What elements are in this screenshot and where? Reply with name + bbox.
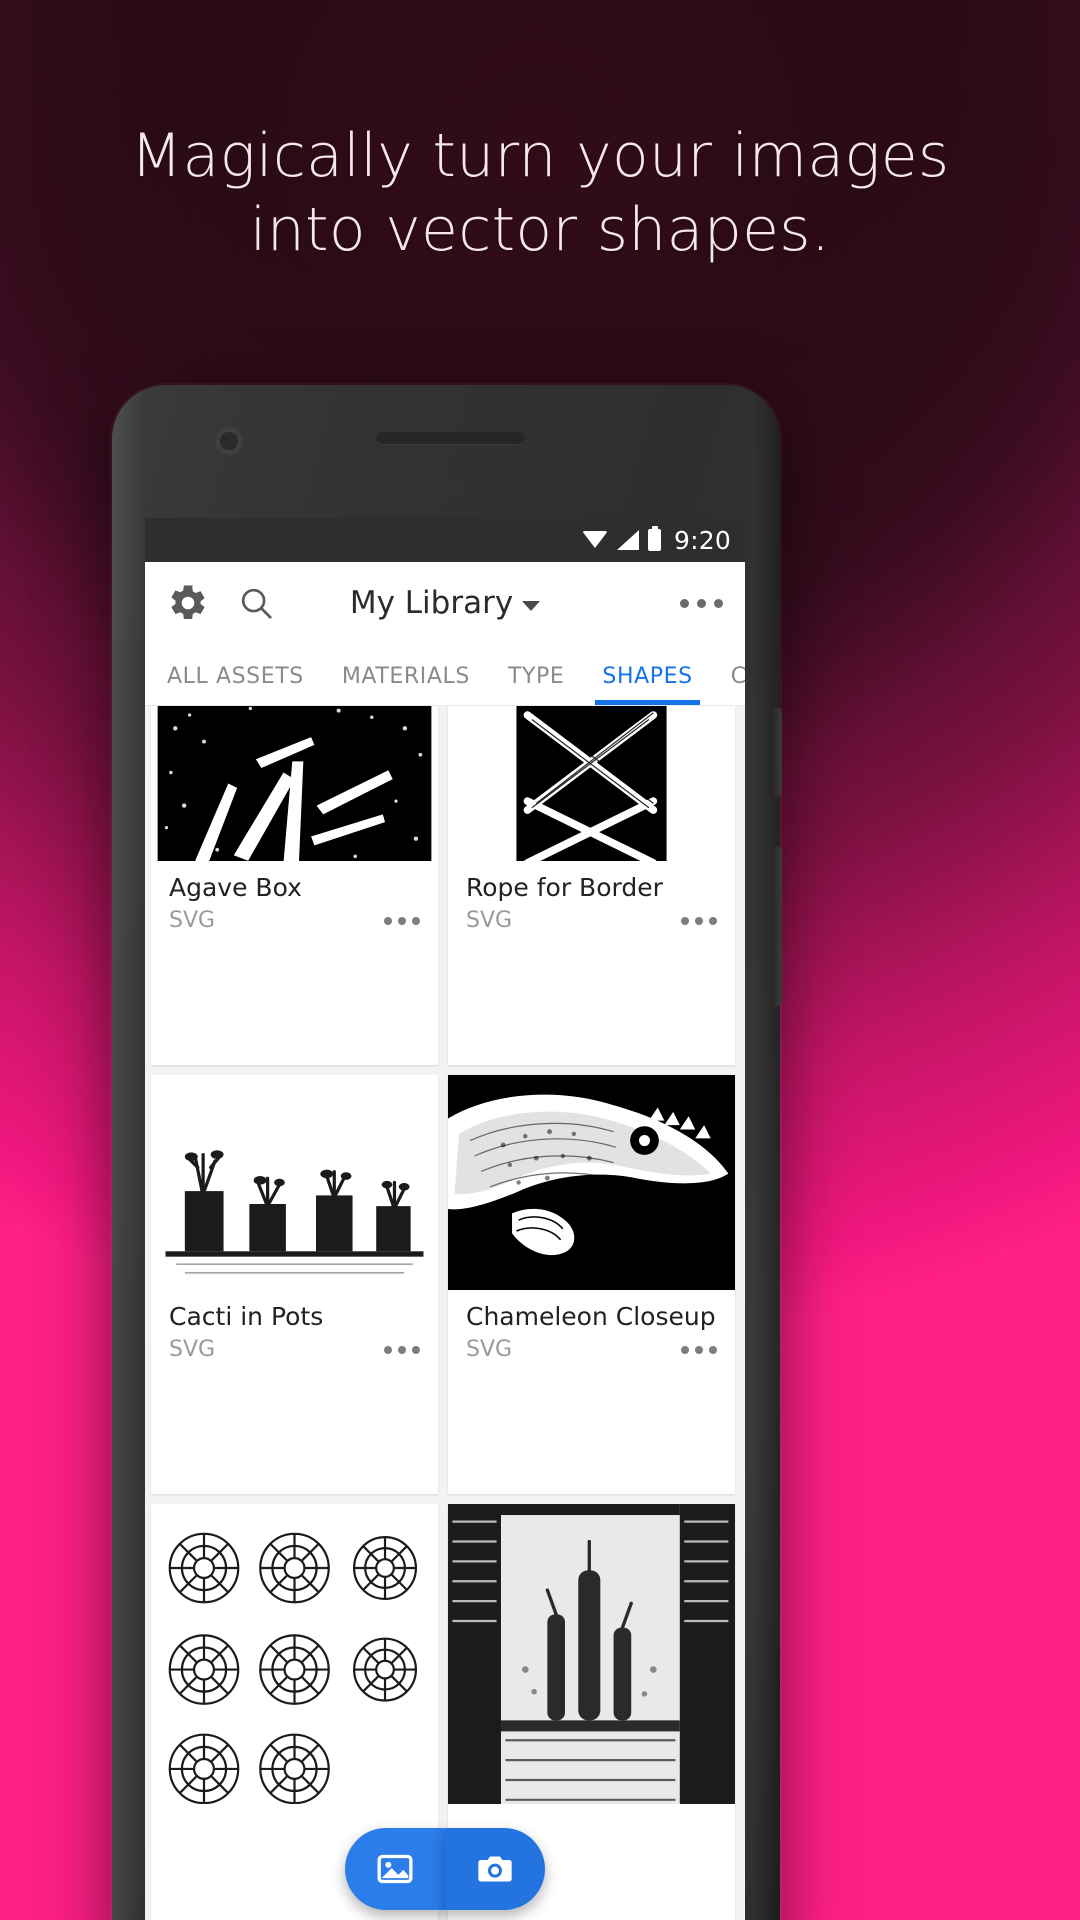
asset-thumbnail[interactable]	[448, 706, 735, 861]
list-item[interactable]: Cacti in Pots SVG	[151, 1075, 438, 1494]
headline-line-1: Magically turn your images	[130, 121, 950, 191]
phone-bezel-highlight	[112, 385, 146, 1920]
asset-thumbnail[interactable]	[448, 1504, 735, 1804]
more-dot	[398, 1345, 406, 1354]
asset-meta: Rope for Border SVG	[448, 861, 735, 949]
asset-title: Rope for Border	[466, 873, 663, 902]
more-dot	[697, 598, 706, 608]
phone-power-button[interactable]	[774, 708, 782, 796]
page-title: My Library	[349, 585, 514, 621]
more-dot	[680, 598, 689, 608]
phone-front-camera	[216, 428, 242, 454]
library-title-group[interactable]: My Library	[145, 585, 745, 621]
more-horizontal-icon[interactable]	[384, 916, 420, 925]
asset-meta: Chameleon Closeup SVG	[448, 1290, 735, 1378]
phone-proximity-sensor	[424, 482, 462, 498]
battery-icon	[648, 526, 662, 551]
status-bar: 9:20	[145, 518, 745, 562]
asset-format: SVG	[466, 1337, 513, 1362]
tab-bar[interactable]: ALL ASSETS MATERIALS TYPE SHAPES COLORS …	[145, 644, 745, 706]
tab-shapes[interactable]: SHAPES	[595, 664, 701, 705]
more-horizontal-icon[interactable]	[384, 1345, 420, 1354]
asset-title: Agave Box	[169, 873, 302, 902]
more-dot	[384, 1345, 392, 1354]
more-dot	[709, 1345, 717, 1354]
add-from-gallery-button[interactable]	[345, 1828, 445, 1910]
search-icon[interactable]	[237, 584, 275, 622]
more-horizontal-icon[interactable]	[681, 1345, 717, 1354]
asset-meta: Cacti in Pots SVG	[151, 1290, 438, 1378]
wifi-icon	[582, 530, 609, 550]
asset-grid: Agave Box SVG Rope for Border SVG Cacti …	[145, 706, 745, 1920]
list-item[interactable]: Chameleon Closeup SVG	[448, 1075, 735, 1494]
more-horizontal-icon[interactable]	[680, 598, 723, 608]
asset-title: Chameleon Closeup	[466, 1302, 716, 1331]
tab-colors[interactable]: COLORS	[731, 664, 745, 705]
asset-title: Cacti in Pots	[169, 1302, 324, 1331]
asset-format: SVG	[169, 1337, 216, 1362]
more-dot	[714, 598, 723, 608]
more-dot	[412, 1345, 420, 1354]
more-dot	[412, 916, 420, 925]
tab-type[interactable]: TYPE	[508, 664, 564, 705]
list-item[interactable]: Agave Box SVG	[151, 706, 438, 1065]
gear-icon[interactable]	[167, 582, 209, 624]
tab-materials[interactable]: MATERIALS	[342, 664, 470, 705]
status-bar-clock: 9:20	[674, 525, 731, 555]
more-dot	[398, 916, 406, 925]
phone-screen: 9:20 My Library ALL ASSETS MATERIALS TYP…	[145, 518, 745, 1920]
headline-line-2: into vector shapes.	[249, 194, 831, 265]
more-dot	[695, 1345, 703, 1354]
asset-thumbnail[interactable]	[151, 706, 438, 861]
signal-icon	[617, 530, 640, 550]
phone-bezel-shadow	[754, 385, 780, 1920]
list-item[interactable]: Rope for Border SVG	[448, 706, 735, 1065]
more-dot	[695, 916, 703, 925]
chevron-down-icon	[522, 600, 541, 611]
more-dot	[384, 916, 392, 925]
asset-thumbnail[interactable]	[151, 1075, 438, 1290]
app-header: My Library	[145, 562, 745, 644]
more-dot	[709, 916, 717, 925]
capture-photo-button[interactable]	[445, 1828, 545, 1910]
fab-group[interactable]	[345, 1828, 545, 1910]
phone-earpiece-speaker	[376, 432, 524, 444]
asset-meta: Agave Box SVG	[151, 861, 438, 949]
tab-all-assets[interactable]: ALL ASSETS	[167, 664, 304, 705]
phone-volume-button[interactable]	[774, 846, 782, 1006]
asset-thumbnail[interactable]	[151, 1504, 438, 1804]
asset-format: SVG	[466, 908, 513, 933]
more-horizontal-icon[interactable]	[681, 916, 717, 925]
more-dot	[681, 1345, 689, 1354]
asset-thumbnail[interactable]	[448, 1075, 735, 1290]
promo-headline: Magically turn your images into vector s…	[0, 120, 1080, 268]
asset-format: SVG	[169, 908, 216, 933]
image-icon	[375, 1849, 415, 1889]
camera-icon	[475, 1849, 515, 1889]
more-dot	[681, 916, 689, 925]
